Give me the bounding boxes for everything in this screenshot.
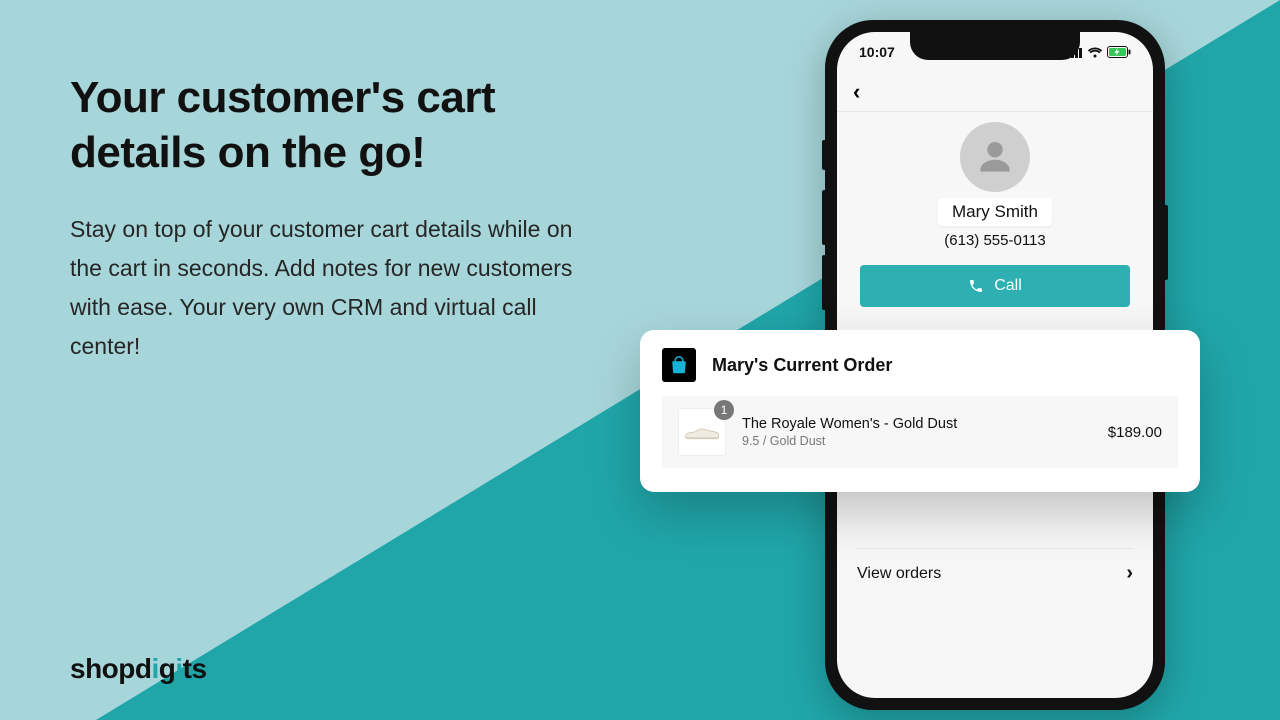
sneaker-icon <box>684 422 720 442</box>
logo-accent: i <box>152 653 159 684</box>
item-name: The Royale Women's - Gold Dust <box>742 416 1092 432</box>
order-item-row[interactable]: 1 The Royale Women's - Gold Dust 9.5 / G… <box>662 396 1178 468</box>
card-title: Mary's Current Order <box>712 355 892 376</box>
current-order-card: Mary's Current Order 1 The Royale Women'… <box>640 330 1200 492</box>
customer-name: Mary Smith <box>938 198 1052 226</box>
qty-badge: 1 <box>714 400 734 420</box>
item-info: The Royale Women's - Gold Dust 9.5 / Gol… <box>742 416 1092 448</box>
phone-icon <box>968 278 984 294</box>
wifi-icon <box>1087 46 1103 58</box>
phone-side-button <box>822 255 826 310</box>
phone-notch <box>910 32 1080 60</box>
person-icon <box>973 135 1017 179</box>
view-orders-row[interactable]: View orders › <box>857 548 1133 598</box>
battery-icon <box>1107 46 1131 58</box>
item-variant: 9.5 / Gold Dust <box>742 434 1092 448</box>
chevron-right-icon: › <box>1126 562 1133 585</box>
item-price: $189.00 <box>1108 424 1162 441</box>
status-time: 10:07 <box>859 44 895 60</box>
bag-icon <box>662 348 696 382</box>
logo-accent: i <box>175 653 182 684</box>
back-button[interactable]: ‹ <box>853 79 860 105</box>
logo-part: ts <box>183 653 207 684</box>
call-button[interactable]: Call <box>860 265 1130 307</box>
phone-side-button <box>1164 205 1168 280</box>
phone-side-button <box>822 140 826 170</box>
call-label: Call <box>994 277 1022 295</box>
avatar <box>960 122 1030 192</box>
item-thumb-wrap: 1 <box>678 408 726 456</box>
marketing-slide: Your customer's cart details on the go! … <box>0 0 1280 720</box>
view-orders-label: View orders <box>857 565 941 583</box>
logo-part: g <box>159 653 176 684</box>
logo-part: shopd <box>70 653 152 684</box>
customer-phone: (613) 555-0113 <box>944 232 1045 249</box>
brand-logo: shopdigits <box>70 653 207 685</box>
phone-side-button <box>822 190 826 245</box>
body-copy: Stay on top of your customer cart detail… <box>70 210 610 366</box>
nav-bar: ‹ <box>837 72 1153 112</box>
card-header: Mary's Current Order <box>662 348 1178 382</box>
headline: Your customer's cart details on the go! <box>70 70 630 180</box>
customer-profile: Mary Smith (613) 555-0113 Call <box>837 122 1153 307</box>
